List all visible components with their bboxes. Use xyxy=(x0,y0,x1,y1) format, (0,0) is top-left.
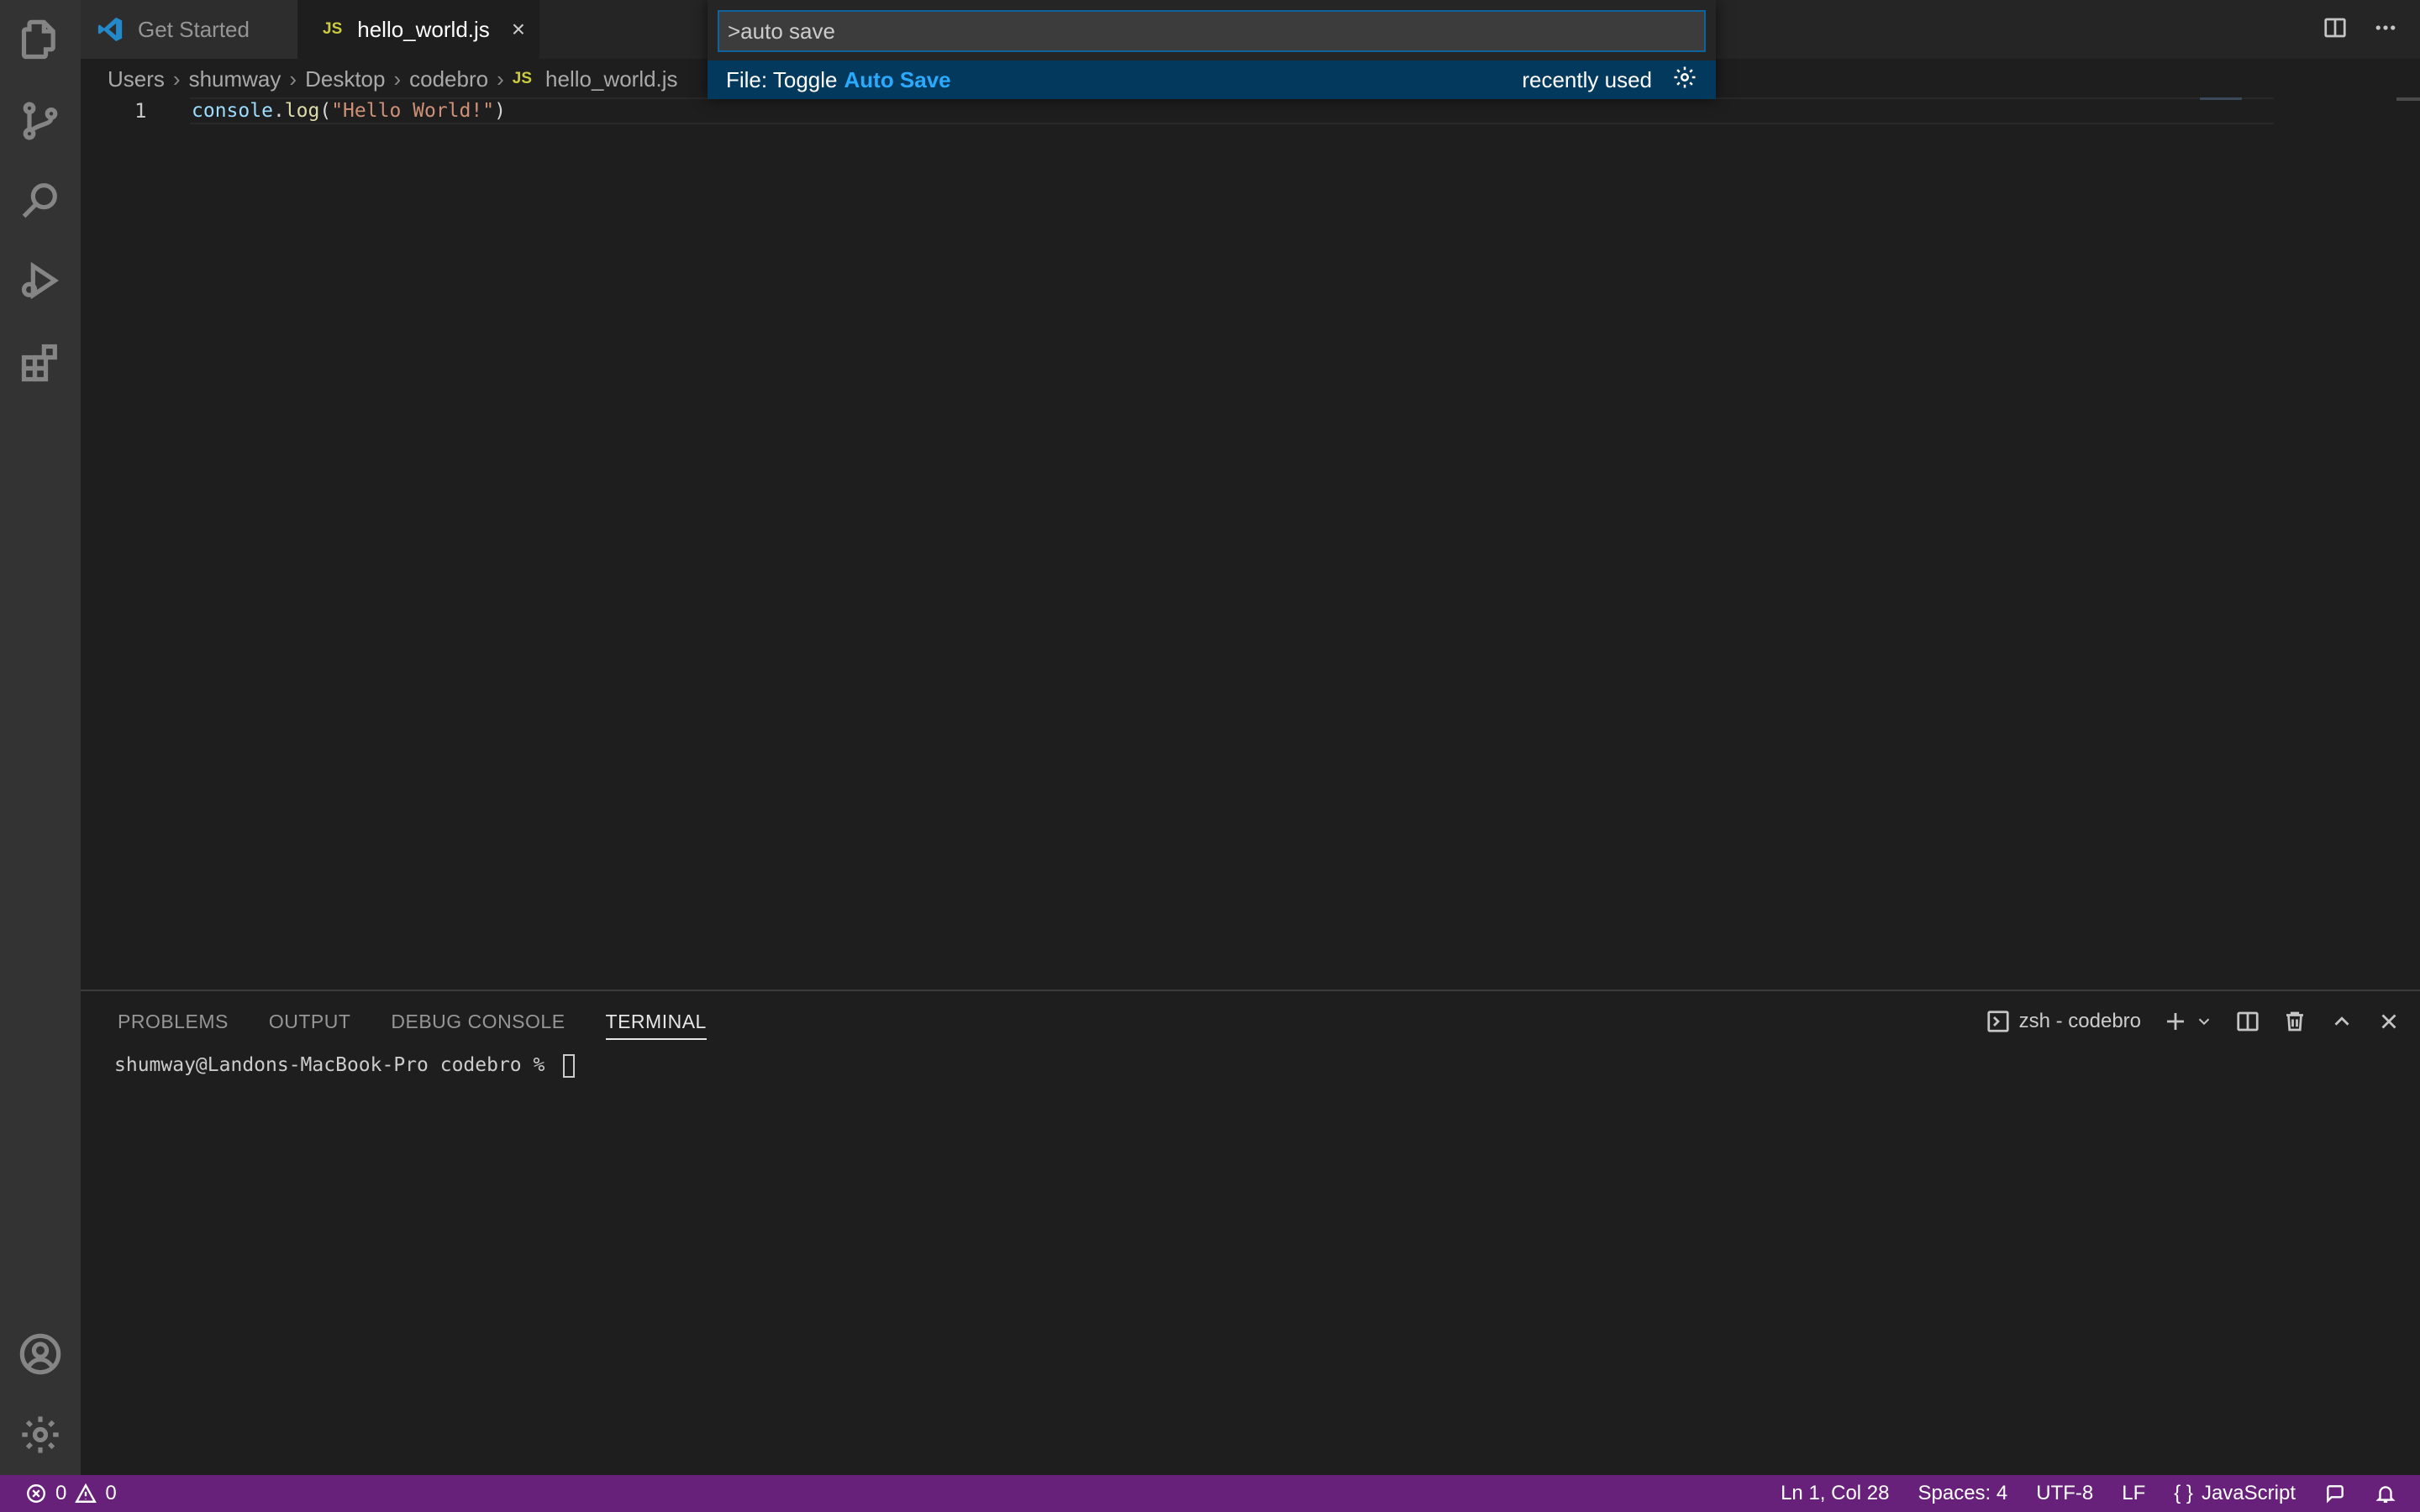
tab-hello-world[interactable]: JS hello_world.js × xyxy=(297,0,539,59)
chevron-right-icon: › xyxy=(497,66,504,92)
breadcrumb: Users › shumway › Desktop › codebro › JS… xyxy=(108,60,678,97)
code-token: . xyxy=(272,100,285,122)
problems-status[interactable]: 0 0 xyxy=(0,1482,117,1505)
maximize-panel-icon[interactable] xyxy=(2329,1009,2354,1034)
chevron-down-icon[interactable] xyxy=(2195,1012,2213,1031)
chevron-right-icon: › xyxy=(289,66,297,92)
trash-icon[interactable] xyxy=(2282,1009,2307,1034)
code-token: console xyxy=(192,100,273,122)
more-actions-icon[interactable] xyxy=(2373,15,2398,45)
recently-used-label: recently used xyxy=(1522,66,1652,92)
terminal-selector[interactable]: zsh - codebro xyxy=(1986,1009,2141,1034)
end-of-line[interactable]: LF xyxy=(2122,1482,2145,1505)
explorer-icon[interactable] xyxy=(0,0,81,81)
panel-actions: zsh - codebro xyxy=(1986,991,2402,1052)
vscode-logo-icon xyxy=(96,15,124,44)
breadcrumb-item[interactable]: Desktop xyxy=(305,66,385,92)
tab-terminal[interactable]: TERMINAL xyxy=(605,991,708,1052)
js-file-icon: JS xyxy=(512,70,533,87)
feedback-icon[interactable] xyxy=(2324,1483,2346,1504)
chevron-right-icon: › xyxy=(172,66,181,92)
command-match-highlight: Auto Save xyxy=(844,66,951,92)
split-editor-icon[interactable] xyxy=(2323,15,2348,45)
tab-debug-console[interactable]: DEBUG CONSOLE xyxy=(391,991,565,1052)
warning-icon xyxy=(75,1483,97,1504)
source-control-icon[interactable] xyxy=(0,81,81,161)
js-file-icon: JS xyxy=(323,20,343,38)
code-token: log xyxy=(284,100,320,122)
accounts-icon[interactable] xyxy=(0,1314,81,1394)
breadcrumb-item[interactable]: Users xyxy=(108,66,165,92)
close-icon[interactable]: × xyxy=(512,16,525,43)
error-count: 0 xyxy=(55,1482,67,1504)
command-label: File: Toggle xyxy=(726,66,838,92)
tab-output[interactable]: OUTPUT xyxy=(269,991,351,1052)
language-mode[interactable]: { } JavaScript xyxy=(2174,1482,2296,1505)
command-palette-item[interactable]: File: Toggle Auto Save recently used xyxy=(708,60,1716,99)
command-palette-input[interactable] xyxy=(718,10,1706,52)
line-number: 1 xyxy=(134,99,147,123)
status-right: Ln 1, Col 28 Spaces: 4 UTF-8 LF { } Java… xyxy=(1781,1482,2420,1505)
tab-problems[interactable]: PROBLEMS xyxy=(118,991,229,1052)
code-line[interactable]: console.log("Hello World!") xyxy=(192,97,506,124)
cursor-position[interactable]: Ln 1, Col 28 xyxy=(1781,1482,1889,1505)
tab-get-started[interactable]: Get Started xyxy=(81,0,297,59)
encoding[interactable]: UTF-8 xyxy=(2036,1482,2093,1505)
settings-gear-icon[interactable] xyxy=(0,1394,81,1475)
terminal-icon xyxy=(1986,1009,2011,1034)
terminal-output[interactable]: shumway@Landons-MacBook-Pro codebro % xyxy=(114,1050,576,1080)
run-debug-icon[interactable] xyxy=(0,240,81,321)
tab-label: hello_world.js xyxy=(357,16,490,42)
scrollbar[interactable] xyxy=(2396,97,2420,101)
code-token: ) xyxy=(494,100,506,122)
editor-actions xyxy=(2323,0,2420,59)
extensions-icon[interactable] xyxy=(0,323,81,403)
notifications-bell-icon[interactable] xyxy=(2375,1483,2396,1504)
command-palette: File: Toggle Auto Save recently used xyxy=(708,0,1716,99)
terminal-prompt: shumway@Landons-MacBook-Pro codebro % xyxy=(114,1054,557,1076)
code-token: ( xyxy=(319,100,332,122)
search-icon[interactable] xyxy=(0,160,81,240)
braces-icon: { } xyxy=(2174,1482,2193,1504)
bottom-panel: PROBLEMS OUTPUT DEBUG CONSOLE TERMINAL z… xyxy=(81,990,2420,1475)
breadcrumb-item[interactable]: hello_world.js xyxy=(545,66,678,92)
terminal-cursor xyxy=(563,1053,576,1078)
chevron-right-icon: › xyxy=(393,66,402,92)
tab-label: Get Started xyxy=(138,16,250,42)
code-editor[interactable]: 1 console.log("Hello World!") xyxy=(81,97,2420,990)
panel-tabs: PROBLEMS OUTPUT DEBUG CONSOLE TERMINAL xyxy=(118,991,708,1052)
close-panel-icon[interactable] xyxy=(2376,1009,2402,1034)
error-icon xyxy=(25,1483,47,1504)
gear-icon[interactable] xyxy=(1672,65,1697,96)
indentation[interactable]: Spaces: 4 xyxy=(1918,1482,2008,1505)
code-token: "Hello World!" xyxy=(331,100,495,122)
breadcrumb-item[interactable]: codebro xyxy=(409,66,488,92)
breadcrumb-item[interactable]: shumway xyxy=(189,66,281,92)
activity-bar xyxy=(0,0,81,1475)
split-terminal-icon[interactable] xyxy=(2235,1009,2260,1034)
terminal-name: zsh - codebro xyxy=(2018,1010,2141,1032)
new-terminal-icon[interactable] xyxy=(2163,1009,2188,1034)
status-bar: 0 0 Ln 1, Col 28 Spaces: 4 UTF-8 LF { } … xyxy=(0,1475,2420,1512)
language-label: JavaScript xyxy=(2201,1482,2296,1504)
warning-count: 0 xyxy=(105,1482,117,1504)
minimap[interactable] xyxy=(2200,97,2242,100)
